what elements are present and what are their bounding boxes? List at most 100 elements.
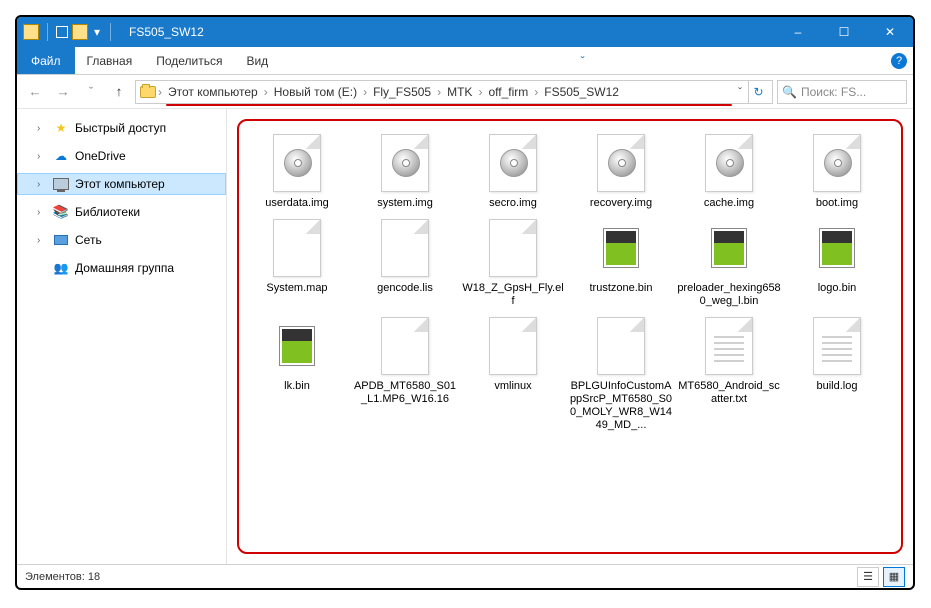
search-placeholder: Поиск: FS... — [801, 85, 866, 99]
expander-icon[interactable]: › — [37, 151, 47, 162]
maximize-button[interactable]: ☐ — [821, 17, 867, 47]
sidebar-item[interactable]: ›Быстрый доступ — [17, 117, 226, 139]
search-input[interactable]: 🔍 Поиск: FS... — [777, 80, 907, 104]
file-item[interactable]: lk.bin — [245, 314, 349, 432]
file-item[interactable]: gencode.lis — [353, 216, 457, 308]
sidebar-item-label: Библиотеки — [75, 205, 140, 219]
sidebar-item[interactable]: › Сеть — [17, 229, 226, 251]
breadcrumb-segment[interactable]: MTK — [443, 85, 476, 99]
back-button[interactable]: ← — [23, 80, 47, 104]
file-label: lk.bin — [284, 380, 310, 393]
sidebar-item[interactable]: ›OneDrive — [17, 145, 226, 167]
file-label: logo.bin — [818, 282, 857, 295]
file-label: MT6580_Android_scatter.txt — [677, 380, 781, 406]
chevron-right-icon[interactable]: › — [435, 85, 443, 99]
file-item[interactable]: recovery.img — [569, 131, 673, 210]
file-label: preloader_hexing6580_weg_l.bin — [677, 282, 781, 308]
file-item[interactable]: boot.img — [785, 131, 889, 210]
tab-view[interactable]: Вид — [234, 47, 280, 74]
file-item[interactable]: BPLGUInfoCustomAppSrcP_MT6580_S00_MOLY_W… — [569, 314, 673, 432]
recent-dropdown[interactable]: ˇ — [79, 80, 103, 104]
qat-separator — [47, 23, 48, 41]
folder-icon — [140, 86, 156, 98]
titlebar: ▾ FS505_SW12 – ☐ ✕ — [17, 17, 913, 47]
chevron-right-icon[interactable]: › — [262, 85, 270, 99]
file-thumbnail — [265, 216, 329, 280]
expander-icon[interactable]: › — [37, 207, 47, 218]
file-item[interactable]: preloader_hexing6580_weg_l.bin — [677, 216, 781, 308]
ribbon-expand-icon[interactable]: ˇ — [569, 47, 597, 74]
file-tab[interactable]: Файл — [17, 47, 75, 74]
address-dropdown-icon[interactable]: ˇ — [732, 85, 748, 99]
breadcrumb-segment[interactable]: FS505_SW12 — [540, 85, 623, 99]
qat-dropdown-icon[interactable]: ▾ — [92, 25, 102, 39]
file-thumbnail — [265, 314, 329, 378]
file-item[interactable]: logo.bin — [785, 216, 889, 308]
file-thumbnail — [805, 131, 869, 195]
annotation-underline — [166, 104, 732, 106]
pc-icon — [53, 176, 69, 192]
file-item[interactable]: secro.img — [461, 131, 565, 210]
file-label: gencode.lis — [377, 282, 433, 295]
file-thumbnail — [373, 216, 437, 280]
file-label: trustzone.bin — [590, 282, 653, 295]
file-label: APDB_MT6580_S01_L1.MP6_W16.16 — [353, 380, 457, 406]
chevron-right-icon[interactable]: › — [476, 85, 484, 99]
up-button[interactable]: ↑ — [107, 80, 131, 104]
file-label: system.img — [377, 197, 433, 210]
file-item[interactable]: trustzone.bin — [569, 216, 673, 308]
breadcrumb-segment[interactable]: Этот компьютер — [164, 85, 262, 99]
tab-home[interactable]: Главная — [75, 47, 145, 74]
net-icon — [53, 232, 69, 248]
minimize-button[interactable]: – — [775, 17, 821, 47]
breadcrumb-segment[interactable]: Fly_FS505 — [369, 85, 435, 99]
file-item[interactable]: system.img — [353, 131, 457, 210]
expander-icon[interactable]: › — [37, 123, 47, 134]
status-bar: Элементов: 18 ☰ ▦ — [17, 564, 913, 588]
refresh-button[interactable]: ↻ — [748, 81, 768, 103]
forward-button[interactable]: → — [51, 80, 75, 104]
close-button[interactable]: ✕ — [867, 17, 913, 47]
breadcrumb-segment[interactable]: Новый том (E:) — [270, 85, 361, 99]
file-item[interactable]: W18_Z_GpsH_Fly.elf — [461, 216, 565, 308]
file-label: build.log — [817, 380, 858, 393]
file-label: secro.img — [489, 197, 537, 210]
sidebar-item[interactable]: › Этот компьютер — [17, 173, 226, 195]
file-thumbnail — [373, 314, 437, 378]
file-label: W18_Z_GpsH_Fly.elf — [461, 282, 565, 308]
file-item[interactable]: vmlinux — [461, 314, 565, 432]
breadcrumb-segment[interactable]: off_firm — [484, 85, 532, 99]
tab-share[interactable]: Поделиться — [144, 47, 234, 74]
expander-icon[interactable]: › — [37, 179, 47, 190]
file-item[interactable]: build.log — [785, 314, 889, 432]
status-count: 18 — [88, 571, 100, 583]
file-thumbnail — [805, 216, 869, 280]
file-item[interactable]: APDB_MT6580_S01_L1.MP6_W16.16 — [353, 314, 457, 432]
breadcrumb: Этот компьютер›Новый том (E:)›Fly_FS505›… — [164, 85, 732, 99]
search-icon: 🔍 — [782, 85, 797, 99]
sidebar-item[interactable]: › Библиотеки — [17, 201, 226, 223]
sidebar-item-label: Сеть — [75, 233, 102, 247]
file-item[interactable]: MT6580_Android_scatter.txt — [677, 314, 781, 432]
file-thumbnail — [697, 314, 761, 378]
address-box[interactable]: › Этот компьютер›Новый том (E:)›Fly_FS50… — [135, 80, 773, 104]
expander-icon[interactable]: › — [37, 235, 47, 246]
file-label: recovery.img — [590, 197, 652, 210]
file-item[interactable]: cache.img — [677, 131, 781, 210]
file-thumbnail — [805, 314, 869, 378]
file-thumbnail — [481, 314, 545, 378]
file-thumbnail — [265, 131, 329, 195]
details-view-button[interactable]: ☰ — [857, 567, 879, 587]
cloud-icon — [53, 148, 69, 164]
file-view: userdata.img system.img secro.img recovery.… — [227, 109, 913, 564]
file-item[interactable]: userdata.img — [245, 131, 349, 210]
chevron-right-icon[interactable]: › — [156, 85, 164, 99]
chevron-right-icon[interactable]: › — [361, 85, 369, 99]
icons-view-button[interactable]: ▦ — [883, 567, 905, 587]
sidebar-item[interactable]: Домашняя группа — [17, 257, 226, 279]
chevron-right-icon[interactable]: › — [532, 85, 540, 99]
file-item[interactable]: System.map — [245, 216, 349, 308]
qat-checkbox[interactable] — [56, 26, 68, 38]
help-button[interactable]: ? — [885, 47, 913, 74]
sidebar-item-label: Этот компьютер — [75, 177, 165, 191]
